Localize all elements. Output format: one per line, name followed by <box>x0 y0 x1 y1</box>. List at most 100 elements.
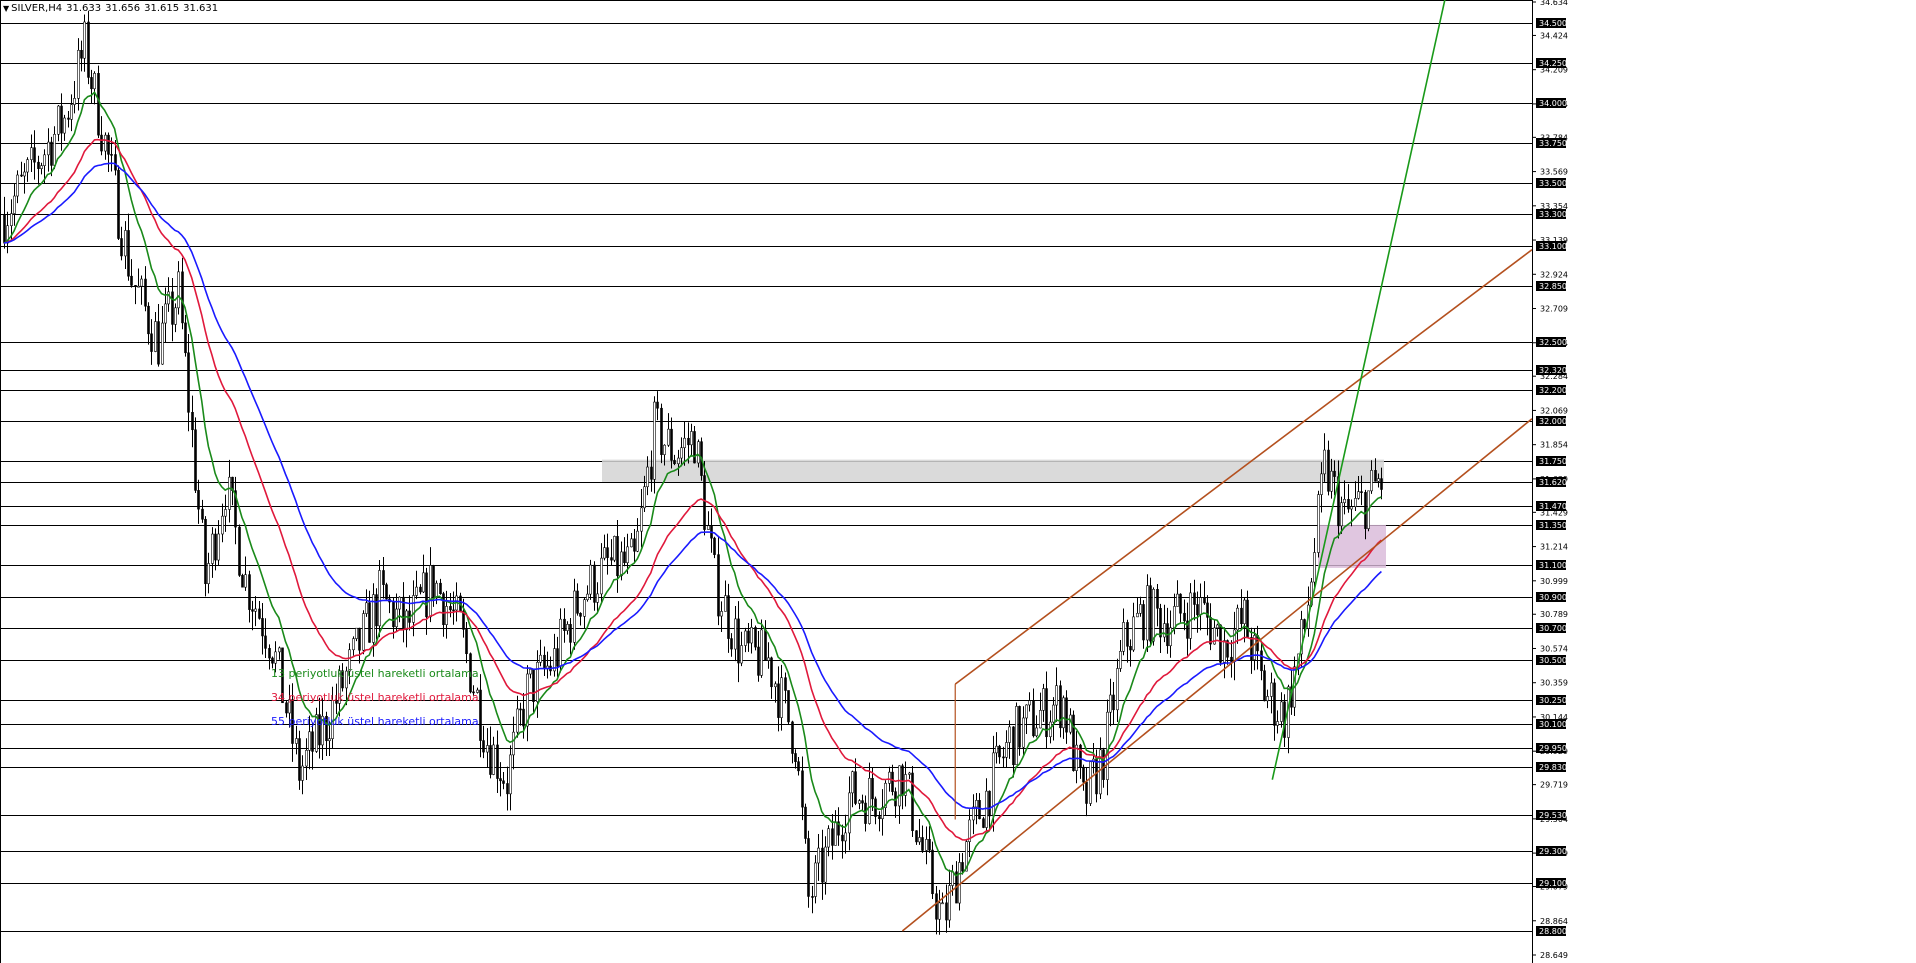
candle-body <box>449 606 452 611</box>
candle-body <box>1266 696 1269 702</box>
candle-body <box>636 530 639 552</box>
candle-body <box>278 647 281 653</box>
candle-body <box>392 601 395 628</box>
candle-body <box>13 195 16 214</box>
candle <box>787 690 790 725</box>
candle-body <box>479 689 482 741</box>
level-price-tag: 32.200 <box>1536 385 1567 395</box>
candle-body <box>807 838 810 897</box>
candle-body <box>40 165 43 169</box>
low-value: 31.615 <box>144 3 180 14</box>
chart-container[interactable]: 34.63434.42434.20933.99433.78433.56933.3… <box>0 0 1916 963</box>
candle-body <box>948 885 951 921</box>
candle-body <box>368 602 371 643</box>
candle-body <box>945 902 948 921</box>
candle-body <box>1223 640 1226 663</box>
candle-body <box>362 613 365 651</box>
candle-body <box>797 761 800 772</box>
price-chart[interactable]: 34.63434.42434.20933.99433.78433.56933.3… <box>0 0 1916 963</box>
candle-body <box>757 646 760 676</box>
candle-body <box>87 21 90 78</box>
level-tag-label: 31.750 <box>1539 457 1567 466</box>
candle-body <box>1196 604 1199 616</box>
candle <box>804 803 807 844</box>
candle-body <box>10 213 13 226</box>
candle-body <box>244 574 247 588</box>
level-tag-label: 29.830 <box>1539 763 1567 772</box>
candle-body <box>928 839 931 851</box>
candle-body <box>938 902 941 920</box>
candle-body <box>851 771 854 794</box>
candle-body <box>935 893 938 920</box>
candle-body <box>1159 607 1162 638</box>
candle-body <box>754 627 757 648</box>
y-tick-label: 28.864 <box>1540 917 1568 926</box>
ema55-legend: 55 periyotluk üstel hareketli ortalama <box>271 715 479 728</box>
candle-body <box>854 771 857 804</box>
candle-body <box>522 708 525 727</box>
candle-body <box>516 708 519 733</box>
candle-body <box>30 147 33 160</box>
candle-body <box>328 738 331 742</box>
candle-body <box>1126 622 1129 647</box>
dropdown-triangle-icon[interactable]: ▼ <box>3 4 9 13</box>
candle-body <box>144 278 147 307</box>
candle-body <box>1169 627 1172 647</box>
candle-body <box>412 595 415 623</box>
candle-body <box>720 611 723 617</box>
ema13-legend: 13 periyotluk üstel hareketli ortalama <box>271 667 479 680</box>
candle-body <box>50 141 53 166</box>
candle-body <box>1018 706 1021 748</box>
candle-body <box>375 594 378 627</box>
candle <box>613 535 616 563</box>
candle-body <box>868 778 871 824</box>
candle-body <box>63 117 66 134</box>
candle-body <box>422 572 425 593</box>
level-price-tag: 30.100 <box>1536 719 1567 729</box>
candle-body <box>1122 622 1125 652</box>
candle-body <box>107 134 110 155</box>
candle-body <box>670 428 673 461</box>
candle-body <box>908 772 911 775</box>
candle-body <box>1106 711 1109 780</box>
candle-body <box>673 460 676 465</box>
candle-body <box>496 744 499 779</box>
candle-body <box>164 303 167 324</box>
candle-body <box>563 618 566 631</box>
y-tick-label: 31.214 <box>1540 543 1568 552</box>
level-price-tag: 31.620 <box>1536 477 1567 487</box>
candle-body <box>543 654 546 669</box>
y-tick-label: 32.709 <box>1540 305 1568 314</box>
candle-body <box>268 648 271 659</box>
candle-body <box>1236 607 1239 631</box>
candle-body <box>305 750 308 767</box>
candle-body <box>667 428 670 446</box>
candle-body <box>16 174 19 197</box>
candle-body <box>97 73 100 136</box>
level-tag-label: 31.470 <box>1539 502 1567 511</box>
level-price-tag: 33.750 <box>1536 138 1567 148</box>
candle-body <box>1280 701 1283 722</box>
candle-body <box>1163 623 1166 638</box>
candle-body <box>650 466 653 480</box>
candle-body <box>1039 710 1042 729</box>
candle-body <box>47 141 50 156</box>
level-tag-label: 30.900 <box>1539 593 1567 602</box>
candle-body <box>486 745 489 753</box>
candle-body <box>680 447 683 459</box>
candle-body <box>352 638 355 651</box>
candle-body <box>506 783 509 795</box>
y-tick-label: 30.359 <box>1540 679 1568 688</box>
y-tick-label: 29.719 <box>1540 781 1568 790</box>
candle <box>754 625 757 651</box>
candle-body <box>197 490 200 510</box>
candle-body <box>918 837 921 843</box>
candle-body <box>512 731 515 756</box>
candle-body <box>150 333 153 352</box>
candle-body <box>1129 645 1132 651</box>
candle-body <box>975 800 978 808</box>
candle-body <box>978 800 981 820</box>
level-price-tag: 32.000 <box>1536 416 1567 426</box>
candle-body <box>137 285 140 288</box>
candle-body <box>1203 597 1206 604</box>
